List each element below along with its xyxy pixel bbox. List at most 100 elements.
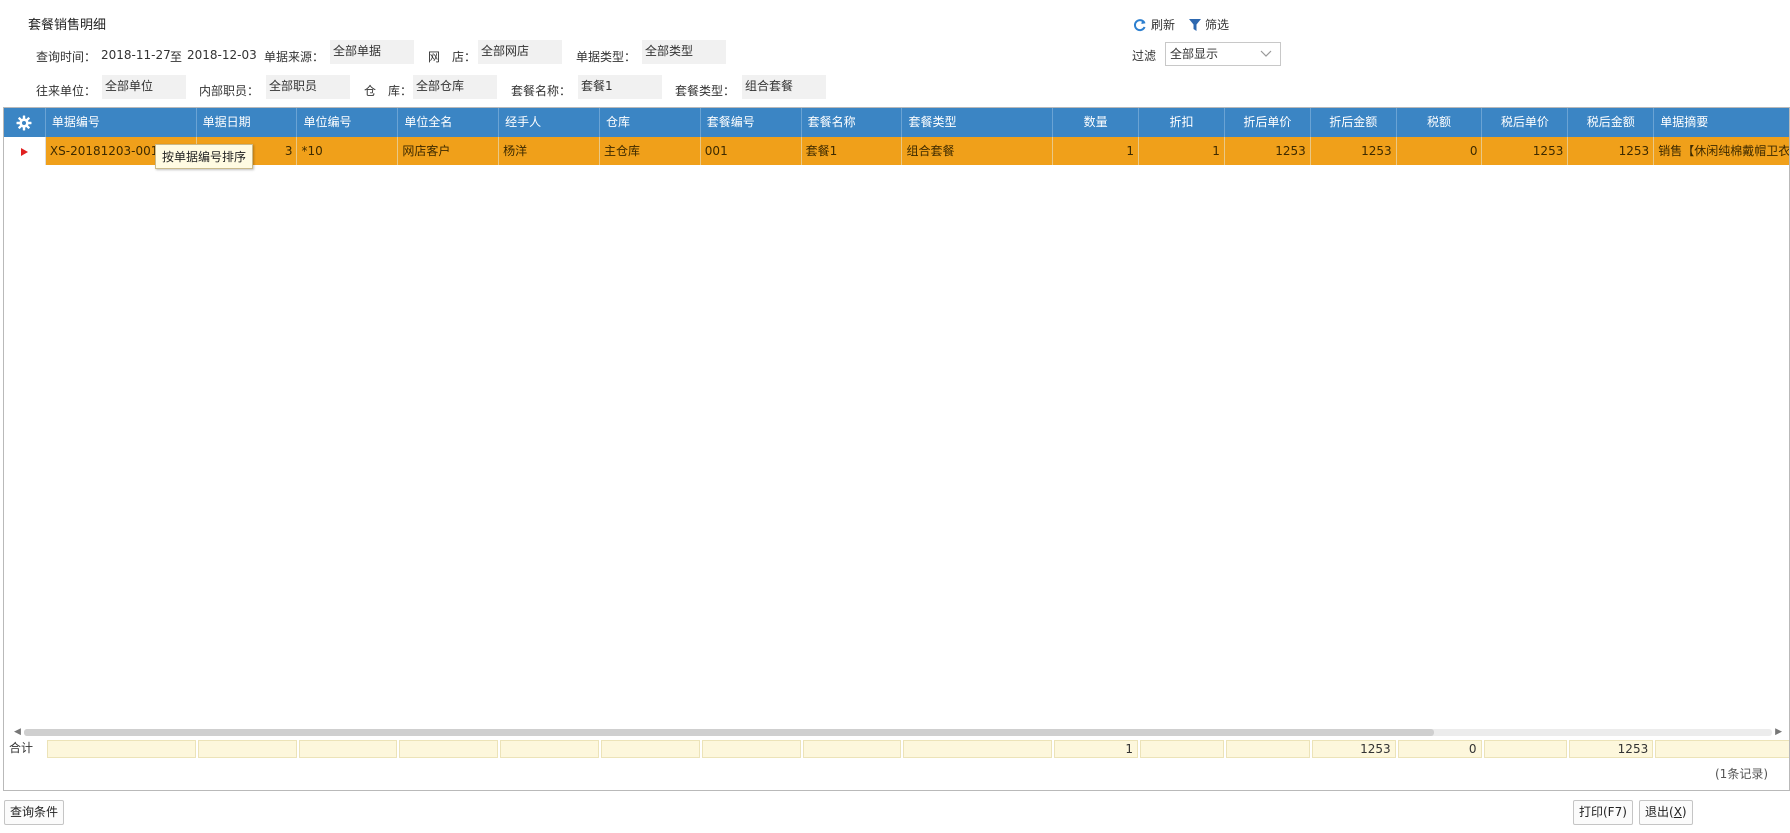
cell-tax-amount: 1253 <box>1568 137 1655 165</box>
scroll-right-icon[interactable]: ▶ <box>1775 727 1782 737</box>
col-warehouse[interactable]: 仓库 <box>600 108 701 137</box>
grid-header: 单据编号 单据日期 单位编号 单位全名 经手人 仓库 套餐编号 套餐名称 套餐类… <box>4 108 1789 137</box>
total-cell <box>1225 740 1310 758</box>
totals-row: 合计 1 1253 0 1253 <box>4 739 1789 759</box>
cell-tax-price: 1253 <box>1482 137 1569 165</box>
query-conditions-button[interactable]: 查询条件 <box>4 800 65 825</box>
total-cell <box>46 740 196 758</box>
total-cell <box>903 740 1053 758</box>
filter-select[interactable]: 全部显示 <box>1165 42 1281 66</box>
refresh-icon <box>1134 18 1146 31</box>
cell-tax: 0 <box>1397 137 1483 165</box>
warehouse-label: 仓 库： <box>364 84 413 98</box>
filter-button[interactable]: 筛选 <box>1189 16 1229 33</box>
print-button[interactable]: 打印(F7) <box>1573 800 1633 825</box>
filter-select-value: 全部显示 <box>1170 47 1219 61</box>
gear-icon <box>16 115 32 130</box>
col-qty[interactable]: 数量 <box>1053 108 1140 137</box>
total-tax-amount: 1253 <box>1569 740 1654 758</box>
exit-label-prefix: 退出( <box>1645 805 1674 819</box>
to-label: 至 <box>170 50 183 64</box>
col-disc-price[interactable]: 折后单价 <box>1225 108 1311 137</box>
col-summary[interactable]: 单据摘要 <box>1654 108 1789 137</box>
source-label: 单据来源： <box>264 50 325 64</box>
staff-label: 内部职员： <box>199 84 260 98</box>
col-doc-no[interactable]: 单据编号 <box>46 108 197 137</box>
col-pkg-code[interactable]: 套餐编号 <box>701 108 802 137</box>
row-marker <box>4 137 46 165</box>
source-field[interactable]: 全部单据 <box>330 40 414 64</box>
total-cell <box>701 740 801 758</box>
col-unit-code[interactable]: 单位编号 <box>297 108 399 137</box>
total-cell <box>1483 740 1568 758</box>
staff-field[interactable]: 全部职员 <box>266 75 350 99</box>
col-pkg-name[interactable]: 套餐名称 <box>802 108 903 137</box>
exit-hotkey: X <box>1673 805 1682 819</box>
funnel-icon <box>1189 18 1201 31</box>
cell-disc-price: 1253 <box>1225 137 1311 165</box>
col-disc-amount[interactable]: 折后金额 <box>1311 108 1397 137</box>
cell-warehouse: 主仓库 <box>600 137 701 165</box>
partner-label: 往来单位： <box>36 84 97 98</box>
shop-label: 网 店： <box>428 50 477 64</box>
triangle-right-icon <box>21 147 29 156</box>
date-to: 2018-12-03 <box>187 48 257 62</box>
col-handler[interactable]: 经手人 <box>499 108 600 137</box>
sort-tooltip: 按单据编号排序 <box>155 144 254 169</box>
package-name-field[interactable]: 套餐1 <box>578 75 662 99</box>
data-grid: 单据编号 单据日期 单位编号 单位全名 经手人 仓库 套餐编号 套餐名称 套餐类… <box>3 107 1790 791</box>
table-row[interactable]: XS-20181203-001 3 *10 网店客户 杨洋 主仓库 001 套餐… <box>4 137 1789 165</box>
date-from: 2018-11-27 <box>101 48 171 62</box>
total-disc-amount: 1253 <box>1311 740 1396 758</box>
total-cell <box>1655 740 1789 758</box>
scroll-left-icon[interactable]: ◀ <box>14 727 21 737</box>
package-name-label: 套餐名称： <box>511 84 572 98</box>
total-cell <box>399 740 499 758</box>
warehouse-field[interactable]: 全部仓库 <box>413 75 497 99</box>
col-pkg-type[interactable]: 套餐类型 <box>902 108 1054 137</box>
cell-discount: 1 <box>1139 137 1225 165</box>
shop-field[interactable]: 全部网店 <box>478 40 562 64</box>
cell-summary: 销售【休闲纯棉戴帽卫衣 <box>1654 137 1789 165</box>
doc-type-field[interactable]: 全部类型 <box>642 40 726 64</box>
col-tax[interactable]: 税额 <box>1397 108 1483 137</box>
col-date[interactable]: 单据日期 <box>197 108 298 137</box>
refresh-button[interactable]: 刷新 <box>1133 16 1175 33</box>
time-label: 查询时间： <box>36 50 97 64</box>
col-tax-amount[interactable]: 税后金额 <box>1568 108 1655 137</box>
exit-button[interactable]: 退出(X) <box>1639 800 1693 825</box>
cell-pkg-name: 套餐1 <box>802 137 903 165</box>
record-count: (1条记录) <box>1715 767 1768 781</box>
cell-pkg-type: 组合套餐 <box>902 137 1054 165</box>
total-qty: 1 <box>1054 740 1139 758</box>
column-settings-button[interactable] <box>4 108 46 137</box>
total-tax: 0 <box>1397 740 1482 758</box>
cell-unit-code: *10 <box>297 137 399 165</box>
refresh-label: 刷新 <box>1151 18 1176 32</box>
total-cell <box>500 740 599 758</box>
filter-label: 筛选 <box>1205 18 1230 32</box>
total-cell <box>298 740 398 758</box>
totals-label: 合计 <box>5 740 45 758</box>
total-cell <box>600 740 700 758</box>
chevron-down-icon <box>1260 50 1272 57</box>
total-cell <box>802 740 902 758</box>
package-type-field[interactable]: 组合套餐 <box>742 75 826 99</box>
package-type-label: 套餐类型： <box>675 84 736 98</box>
doc-type-label: 单据类型： <box>576 50 637 64</box>
partner-field[interactable]: 全部单位 <box>102 75 186 99</box>
page-title: 套餐销售明细 <box>28 18 107 33</box>
scroll-thumb[interactable] <box>24 729 1434 736</box>
col-tax-price[interactable]: 税后单价 <box>1482 108 1569 137</box>
col-unit-name[interactable]: 单位全名 <box>398 108 500 137</box>
cell-pkg-code: 001 <box>701 137 802 165</box>
filter-label: 过滤 <box>1132 49 1157 63</box>
horizontal-scrollbar[interactable]: ◀ ▶ <box>14 726 1782 738</box>
cell-handler: 杨洋 <box>499 137 600 165</box>
cell-unit-name: 网店客户 <box>398 137 500 165</box>
cell-disc-amount: 1253 <box>1311 137 1397 165</box>
total-cell <box>197 740 297 758</box>
exit-label-suffix: ) <box>1681 805 1687 819</box>
cell-qty: 1 <box>1053 137 1140 165</box>
col-discount[interactable]: 折扣 <box>1139 108 1225 137</box>
